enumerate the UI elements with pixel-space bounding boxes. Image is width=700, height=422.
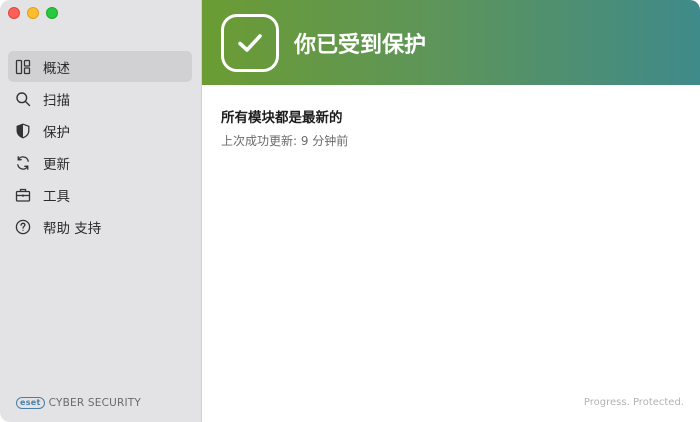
main-panel: 你已受到保护 所有模块都是最新的 上次成功更新: 9 分钟前 Progress.… (202, 0, 700, 422)
help-icon (14, 218, 32, 236)
sidebar-nav: 概述 扫描 保护 更新 工具 帮助 支持 (8, 51, 192, 243)
eset-logo: eset (16, 397, 45, 409)
module-status: 所有模块都是最新的 上次成功更新: 9 分钟前 (221, 106, 348, 149)
app-window: 概述 扫描 保护 更新 工具 帮助 支持 eset CYBER SECURITY… (0, 0, 700, 422)
sidebar-item-help[interactable]: 帮助 支持 (8, 211, 192, 242)
close-window-button[interactable] (8, 7, 20, 19)
sidebar-item-label: 更新 (43, 156, 70, 173)
module-status-title: 所有模块都是最新的 (221, 110, 343, 126)
maximize-window-button[interactable] (46, 7, 58, 19)
product-name: CYBER SECURITY (48, 397, 142, 409)
sidebar-item-label: 帮助 支持 (43, 220, 102, 237)
checkmark-icon (221, 13, 279, 72)
sidebar-item-update[interactable]: 更新 (8, 147, 192, 178)
sidebar: 概述 扫描 保护 更新 工具 帮助 支持 eset CYBER SECURITY (0, 0, 202, 422)
shield-icon (14, 122, 32, 140)
window-controls (8, 7, 58, 19)
last-update-text: 上次成功更新: 9 分钟前 (221, 134, 349, 148)
sidebar-item-protection[interactable]: 保护 (8, 115, 192, 146)
toolbox-icon (14, 186, 32, 204)
sidebar-item-label: 扫描 (43, 92, 70, 109)
protection-status-title: 你已受到保护 (294, 32, 427, 58)
refresh-icon (14, 154, 32, 172)
protection-banner: 你已受到保护 (202, 0, 700, 85)
minimize-window-button[interactable] (27, 7, 39, 19)
brand: eset CYBER SECURITY (16, 397, 141, 409)
sidebar-item-label: 概述 (43, 60, 70, 77)
search-icon (14, 90, 32, 108)
sidebar-item-label: 保护 (43, 124, 70, 141)
sidebar-item-scan[interactable]: 扫描 (8, 83, 192, 114)
sidebar-item-overview[interactable]: 概述 (8, 51, 192, 82)
tagline: Progress. Protected. (583, 397, 684, 408)
sidebar-item-label: 工具 (43, 188, 70, 205)
overview-icon (14, 58, 32, 76)
sidebar-item-tools[interactable]: 工具 (8, 179, 192, 210)
